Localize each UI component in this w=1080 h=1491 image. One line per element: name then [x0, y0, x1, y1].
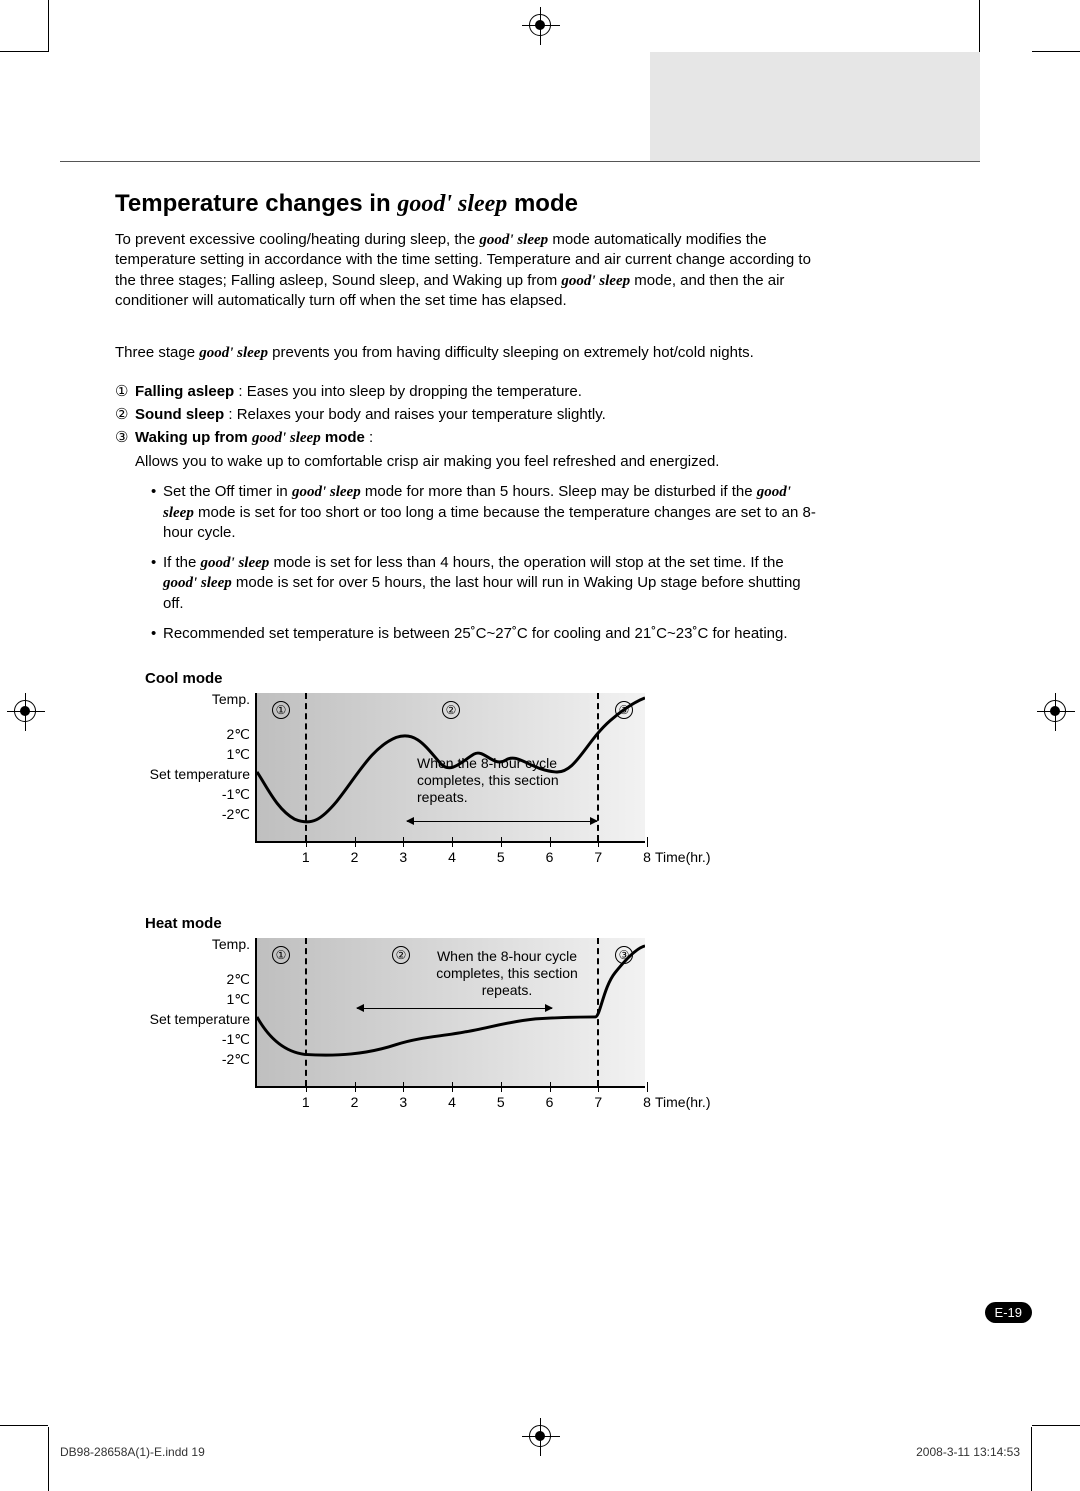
x-tick — [550, 1082, 551, 1092]
stage-divider — [597, 938, 599, 1086]
header-rule — [60, 161, 815, 162]
registration-mark-icon — [14, 700, 36, 722]
stage-mark-1: ① — [272, 946, 290, 964]
stage-2: ② Sound sleep : Relaxes your body and ra… — [115, 404, 818, 425]
x-tick-label: 5 — [491, 1094, 511, 1110]
crop-mark — [0, 51, 48, 52]
stage-divider — [305, 693, 307, 841]
page-title: Temperature changes in good' sleep mode — [115, 190, 818, 218]
x-tick — [452, 837, 453, 847]
x-tick-label: 8 — [637, 1094, 657, 1110]
crop-mark — [1031, 1427, 1032, 1491]
crop-mark — [1032, 51, 1080, 52]
registration-mark-icon — [1044, 700, 1066, 722]
x-tick — [550, 837, 551, 847]
cool-chart: Temp. 2℃ 1℃ Set temperature -1℃ -2℃ ① ② … — [145, 693, 705, 873]
repeat-range-arrow-icon — [357, 1008, 552, 1009]
x-tick — [306, 1082, 307, 1092]
heat-chart-title: Heat mode — [145, 915, 818, 932]
cool-plot: ① ② ③ When the 8-hour cycle completes, t… — [255, 693, 645, 843]
repeat-note: When the 8-hour cycle completes, this se… — [417, 755, 597, 805]
x-tick-label: 3 — [393, 1094, 413, 1110]
repeat-note: When the 8-hour cycle completes, this se… — [417, 948, 597, 998]
stage-mark-2: ② — [392, 946, 410, 964]
heat-chart-section: Heat mode Temp. 2℃ 1℃ Set temperature -1… — [115, 915, 818, 1118]
x-tick-label: 2 — [345, 849, 365, 865]
x-tick — [501, 837, 502, 847]
crop-mark — [48, 0, 49, 52]
x-tick — [647, 1082, 648, 1092]
goodsleep-term: good' sleep — [397, 191, 507, 217]
x-tick — [403, 1082, 404, 1092]
stage-list: ① Falling asleep : Eases you into sleep … — [115, 381, 818, 472]
x-tick-label: 4 — [442, 849, 462, 865]
note-item: • If the good' sleep mode is set for les… — [151, 553, 818, 614]
crop-mark — [1032, 1425, 1080, 1426]
x-tick — [306, 837, 307, 847]
x-tick-label: 8 — [637, 849, 657, 865]
crop-mark — [0, 1425, 48, 1426]
title-post: mode — [507, 190, 578, 217]
crop-mark — [979, 0, 980, 52]
registration-mark-icon — [529, 1425, 551, 1447]
x-tick — [403, 837, 404, 847]
x-tick-label: 7 — [588, 849, 608, 865]
crop-mark — [48, 1427, 49, 1491]
note-item: • Set the Off timer in good' sleep mode … — [151, 482, 818, 543]
note-item: • Recommended set temperature is between… — [151, 624, 818, 644]
x-tick — [598, 837, 599, 847]
heat-plot: ① ② ③ When the 8-hour cycle completes, t… — [255, 938, 645, 1088]
doc-id: DB98-28658A(1)-E.indd 19 — [60, 1445, 205, 1459]
intro-paragraph: To prevent excessive cooling/heating dur… — [115, 230, 818, 311]
x-tick-label: 2 — [345, 1094, 365, 1110]
cool-chart-title: Cool mode — [145, 670, 818, 687]
x-tick — [452, 1082, 453, 1092]
x-tick-label: 7 — [588, 1094, 608, 1110]
page-number-badge: E-19 — [985, 1302, 1032, 1323]
x-tick — [355, 1082, 356, 1092]
x-tick-label: 6 — [540, 1094, 560, 1110]
stage-3: ③ Waking up from good' sleep mode : — [115, 427, 818, 449]
notes-list: • Set the Off timer in good' sleep mode … — [151, 482, 818, 644]
x-tick — [355, 837, 356, 847]
x-tick-label: 5 — [491, 849, 511, 865]
x-tick — [598, 1082, 599, 1092]
x-axis-label: Time(hr.) — [655, 849, 710, 865]
stage-1: ① Falling asleep : Eases you into sleep … — [115, 381, 818, 402]
x-tick — [647, 837, 648, 847]
stage-intro: Three stage good' sleep prevents you fro… — [115, 343, 818, 363]
registration-mark-icon — [529, 14, 551, 36]
stage-mark-1: ① — [272, 701, 290, 719]
stage-3-sub: Allows you to wake up to comfortable cri… — [115, 451, 818, 472]
x-tick — [501, 1082, 502, 1092]
x-tick-label: 4 — [442, 1094, 462, 1110]
print-timestamp: 2008-3-11 13:14:53 — [916, 1445, 1020, 1459]
repeat-range-arrow-icon — [407, 821, 597, 822]
stage-mark-3: ③ — [615, 946, 633, 964]
cool-chart-section: Cool mode Temp. 2℃ 1℃ Set temperature -1… — [115, 670, 818, 873]
x-axis-label: Time(hr.) — [655, 1094, 710, 1110]
x-tick-label: 1 — [296, 849, 316, 865]
print-footer: DB98-28658A(1)-E.indd 19 2008-3-11 13:14… — [60, 1445, 1020, 1459]
stage-divider — [305, 938, 307, 1086]
x-tick-label: 1 — [296, 1094, 316, 1110]
page-tab-decor — [650, 52, 980, 162]
x-tick-label: 6 — [540, 849, 560, 865]
page-content: Temperature changes in good' sleep mode … — [115, 190, 818, 1118]
heat-chart: Temp. 2℃ 1℃ Set temperature -1℃ -2℃ ① ② … — [145, 938, 705, 1118]
stage-mark-3: ③ — [615, 701, 633, 719]
stage-mark-2: ② — [442, 701, 460, 719]
title-pre: Temperature changes in — [115, 190, 397, 217]
x-tick-label: 3 — [393, 849, 413, 865]
